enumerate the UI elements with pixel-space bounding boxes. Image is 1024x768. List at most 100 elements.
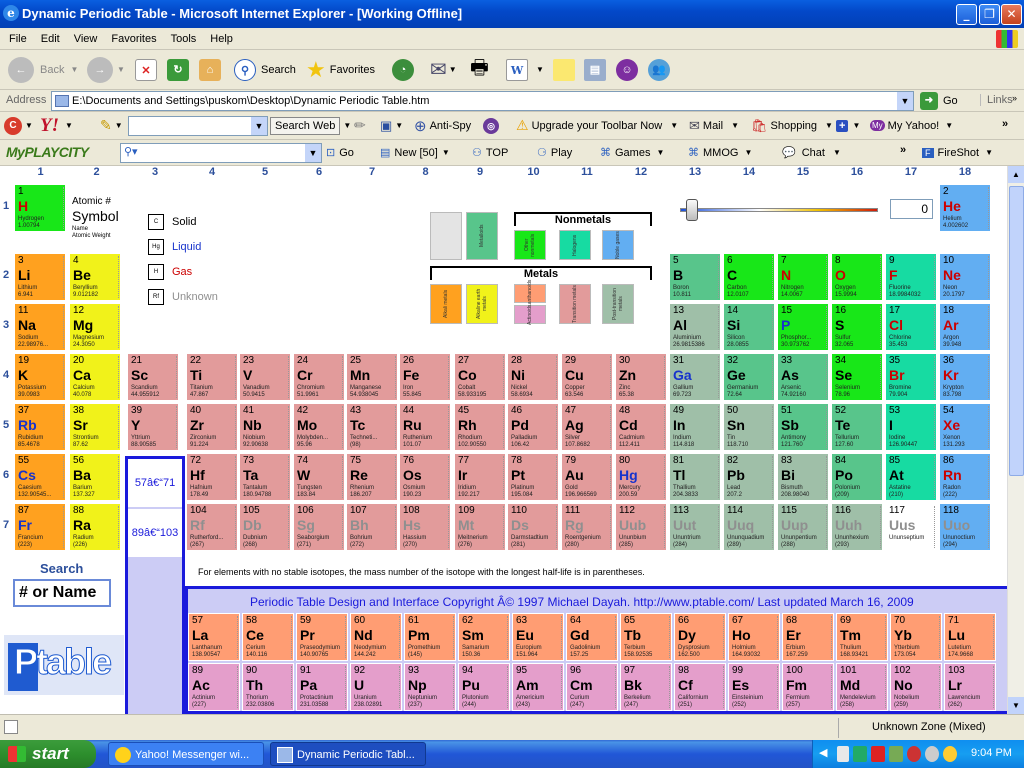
element-rn[interactable]: 86 Rn Radon (222) [939,453,991,501]
element-pd[interactable]: 46 Pd Palladium 106.42 [507,403,559,451]
element-y[interactable]: 39 Y Yttrium 88.90585 [127,403,179,451]
edit-dropdown-icon[interactable]: ▼ [536,65,544,74]
element-ac[interactable]: 89 Ac Actinium (227) [188,663,240,711]
element-nd[interactable]: 60 Nd Neodymium 144.242 [350,613,402,661]
antivirus-icon[interactable] [871,746,885,762]
element-fe[interactable]: 26 Fe Iron 55.845 [399,353,451,401]
element-se[interactable]: 34 Se Selenium 78.96 [831,353,883,401]
element-ra[interactable]: 88 Ra Radium (226) [69,503,121,551]
element-mg[interactable]: 12 Mg Magnesium 24.3050 [69,303,121,351]
element-tc[interactable]: 43 Tc Techneti... (98) [346,403,398,451]
usb-icon[interactable] [837,746,849,762]
group-number[interactable]: 17 [885,166,937,181]
element-be[interactable]: 4 Be Beryllium 9.012182 [69,253,121,301]
element-pt[interactable]: 78 Pt Platinum 195.084 [507,453,559,501]
ptable-logo[interactable]: Ptable [4,635,124,695]
period-number[interactable]: 2 [0,269,12,281]
group-number[interactable]: 10 [507,166,560,181]
myplaycity-more-chevron-icon[interactable]: » [900,144,906,156]
print-button[interactable]: 🖶 [470,50,489,89]
element-eu[interactable]: 63 Eu Europium 151.964 [512,613,564,661]
back-dropdown-icon[interactable]: ▼ [70,65,78,74]
element-am[interactable]: 95 Am Americium (243) [512,663,564,711]
vertical-scrollbar[interactable]: ▲ ▼ [1007,166,1024,714]
group-number[interactable]: 16 [831,166,883,181]
element-ca[interactable]: 20 Ca Calcium 40.078 [69,353,121,401]
element-sr[interactable]: 38 Sr Strontium 87.62 [69,403,121,451]
group-number[interactable]: 5 [239,166,291,181]
element-rf[interactable]: 104 Rf Rutherford... (267) [186,503,238,551]
element-sg[interactable]: 106 Sg Seaborgium (271) [293,503,345,551]
category-unknown[interactable] [430,212,462,260]
maximize-button[interactable]: ❐ [979,4,1000,25]
category-noble-gases[interactable]: Noble gases [602,230,634,260]
element-xe[interactable]: 54 Xe Xenon 131.293 [939,403,991,451]
yahoo-messenger-button[interactable]: ☺ [616,50,638,89]
group-number[interactable]: 8 [399,166,452,181]
search-web-dropdown-icon[interactable]: ▼ [343,121,351,130]
element-cl[interactable]: 17 Cl Chlorine 35.453 [885,303,937,351]
group-number[interactable]: 9 [454,166,506,181]
state-liquid-label[interactable]: Liquid [172,241,201,253]
state-liquid-swatch[interactable]: Hg [148,239,164,255]
element-os[interactable]: 76 Os Osmium 190.23 [399,453,451,501]
group-number[interactable]: 11 [561,166,613,181]
element-yb[interactable]: 70 Yb Ytterbium 173.054 [890,613,942,661]
category-other-nonmetals[interactable]: Other nonmetals [514,230,546,260]
menu-help[interactable]: Help [203,29,240,49]
element-si[interactable]: 14 Si Silicon 28.0855 [723,303,775,351]
new-games-button[interactable]: ▤ New [50] ▼ [380,140,450,165]
element-nb[interactable]: 41 Nb Niobium 92.90638 [239,403,291,451]
element-dy[interactable]: 66 Dy Dysprosium 162.500 [674,613,726,661]
shopping-dropdown-icon[interactable]: ▼ [825,121,833,130]
temperature-input[interactable]: 0 [890,199,933,219]
element-pr[interactable]: 59 Pr Praseodymium 140.90765 [296,613,348,661]
element-ge[interactable]: 32 Ge Germanium 72.64 [723,353,775,401]
element-w[interactable]: 74 W Tungsten 183.84 [293,453,345,501]
play-button[interactable]: ⚆ Play [537,140,572,165]
chat-dropdown-icon[interactable]: ▼ [833,148,841,157]
element-tm[interactable]: 69 Tm Thulium 168.93421 [836,613,888,661]
element-ti[interactable]: 22 Ti Titanium 47.867 [186,353,238,401]
yahoo-more-chevron-icon[interactable]: » [1002,118,1008,130]
element-lu[interactable]: 71 Lu Lutetium 174.9668 [944,613,996,661]
discuss-button[interactable] [553,50,575,89]
element-er[interactable]: 68 Er Erbium 167.259 [782,613,834,661]
element-te[interactable]: 52 Te Tellurium 127.60 [831,403,883,451]
temperature-slider-track[interactable] [680,208,878,212]
category-lanthanoids[interactable]: Lanthanoids [514,280,546,307]
group-number[interactable]: 4 [186,166,238,181]
element-sn[interactable]: 50 Sn Tin 118.710 [723,403,775,451]
element-f[interactable]: 9 F Fluorine 18.9984032 [885,253,937,301]
element-sb[interactable]: 51 Sb Antimony 121.760 [777,403,829,451]
element-ni[interactable]: 28 Ni Nickel 58.6934 [507,353,559,401]
element-ho[interactable]: 67 Ho Holmium 164.93032 [728,613,780,661]
menu-edit[interactable]: Edit [34,29,67,49]
menu-favorites[interactable]: Favorites [104,29,163,49]
scroll-up-icon[interactable]: ▲ [1008,166,1024,183]
element-uuh[interactable]: 116 Uuh Ununhexium (293) [831,503,883,551]
add-dropdown-icon[interactable]: ▼ [852,121,860,130]
mail-dropdown-icon[interactable]: ▼ [449,65,457,74]
menu-tools[interactable]: Tools [164,29,204,49]
category-halogens[interactable]: Halogens [559,230,591,260]
element-at[interactable]: 85 At Astatine (210) [885,453,937,501]
menu-file[interactable]: File [2,29,34,49]
element-al[interactable]: 13 Al Aluminium 26.9815386 [669,303,721,351]
group-number[interactable]: 14 [723,166,775,181]
element-rg[interactable]: 111 Rg Roentgenium (280) [561,503,613,551]
popup-blocker-button[interactable]: ◎ [483,112,499,139]
category-transition-metals[interactable]: Transition metals [559,284,591,324]
mail-button[interactable]: ✉ ▼ [430,50,457,89]
element-cr[interactable]: 24 Cr Chromium 51.9961 [293,353,345,401]
yahoo-search-dropdown-icon[interactable]: ▼ [251,117,267,135]
element-uub[interactable]: 112 Uub Ununbium (285) [615,503,667,551]
element-b[interactable]: 5 B Boron 10.811 [669,253,721,301]
yahoo-mail-button[interactable]: ✉ Mail ▼ [689,112,739,139]
shield-tray-icon[interactable] [889,746,903,762]
go-button[interactable]: ➜ Go [920,92,958,110]
speaker-icon[interactable] [925,746,939,762]
links-chevron-icon[interactable]: » [1012,93,1017,103]
element-re[interactable]: 75 Re Rhenium 186.207 [346,453,398,501]
element-ta[interactable]: 73 Ta Tantalum 180.94788 [239,453,291,501]
